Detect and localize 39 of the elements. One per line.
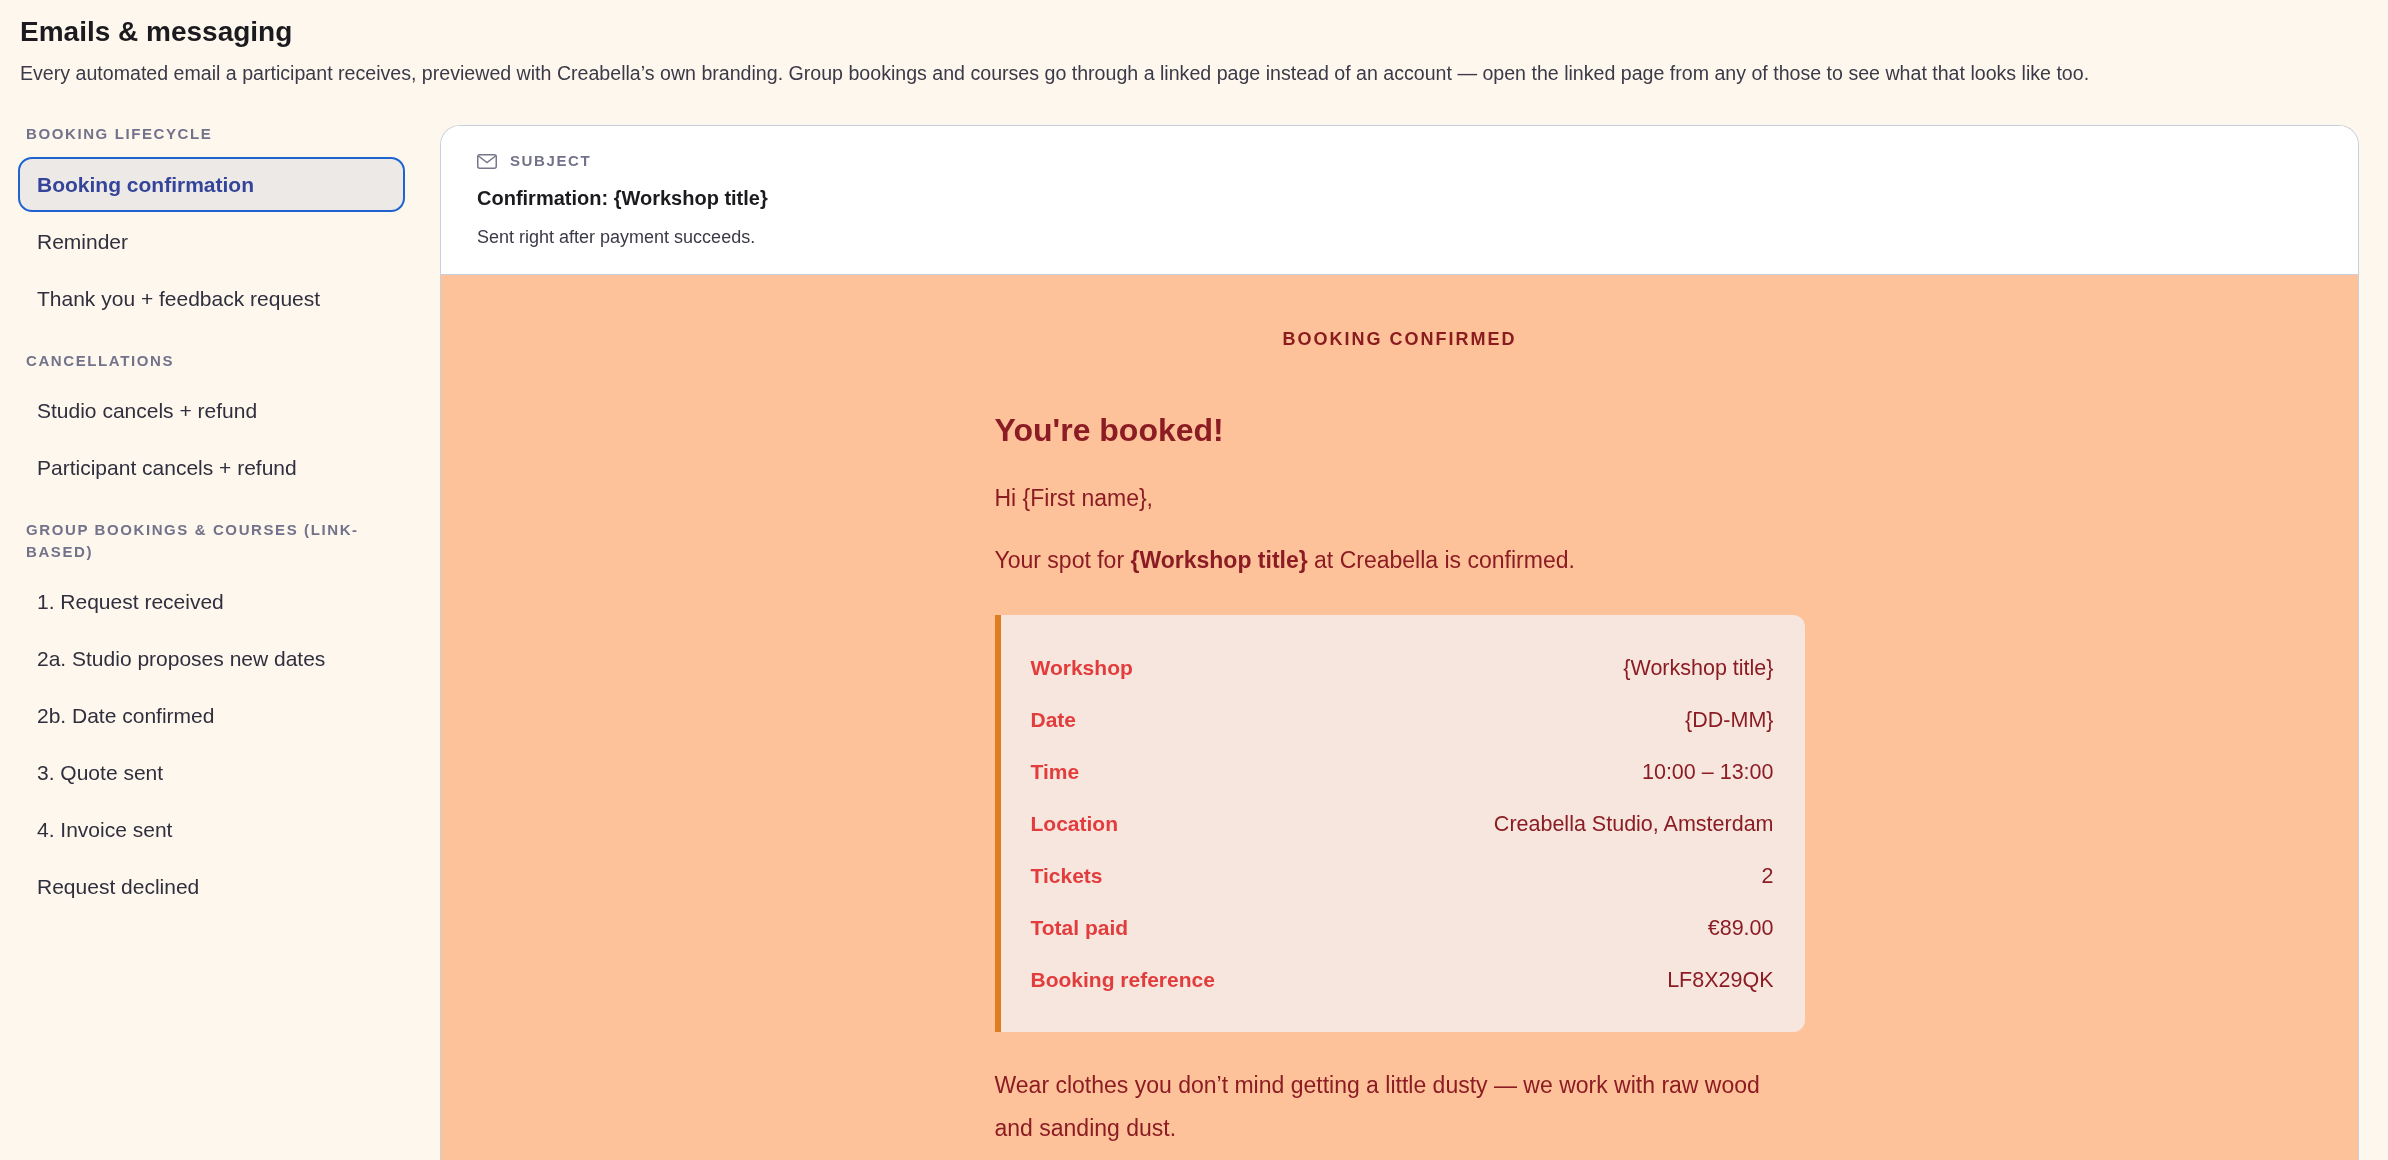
email-template-item[interactable]: Reminder [18,214,405,269]
email-template-item[interactable]: 2a. Studio proposes new dates [18,631,405,686]
detail-value: Creabella Studio, Amsterdam [1493,811,1774,837]
detail-label: Total paid [1030,916,1129,940]
email-paragraph: Your spot for {Workshop title} at Creabella is confirmed. [994,546,1576,574]
detail-label: Tickets [1030,864,1103,888]
detail-value: 10:00 – 13:00 [1642,759,1774,785]
email-template-item[interactable]: Studio cancels + refund [18,383,405,438]
page-title: Emails & messaging [20,15,294,49]
detail-label: Time [1030,760,1080,784]
email-paragraph: Wear clothes you don’t mind getting a little dusty — we work with raw wood and sanding dust. [994,1071,1761,1143]
email-template-item[interactable]: 1. Request received [18,574,405,629]
email-template-item[interactable]: 3. Quote sent [18,745,405,800]
detail-value: {Workshop title} [1623,655,1774,681]
email-template-item[interactable]: 2b. Date confirmed [18,688,405,743]
section-heading: GROUP BOOKINGS & COURSES (LINK-BASED) [25,520,360,562]
detail-value: €89.00 [1707,915,1774,941]
email-template-item[interactable]: Booking confirmation [18,157,405,212]
detail-label: Location [1030,812,1118,836]
section-heading: CANCELLATIONS [25,351,175,371]
send-timing-note: Sent right after payment succeeds. [477,226,757,249]
email-template-item[interactable]: Request declined [18,859,405,914]
email-eyebrow: BOOKING CONFIRMED [1281,328,1518,350]
email-template-item[interactable]: Participant cancels + refund [18,440,405,495]
detail-value: 2 [1761,863,1774,889]
email-template-item[interactable]: Thank you + feedback request [18,271,405,326]
email-template-item[interactable]: 4. Invoice sent [18,802,405,857]
page-description: Every automated email a participant receives, previewed with Creabella’s own branding. Group bookings and courses go through a linked page instead of an account — open the linked page from any of those to see what that looks like too. [20,61,2091,86]
email-heading: You're booked! [994,411,1225,450]
subject-label: SUBJECT [510,151,592,171]
email-paragraph: Hi {First name}, [994,484,1154,512]
detail-label: Booking reference [1030,968,1215,992]
detail-value: {DD-MM} [1685,707,1774,733]
detail-value: LF8X29QK [1667,967,1774,993]
mail-icon [477,153,497,169]
detail-label: Date [1030,708,1077,732]
section-heading: BOOKING LIFECYCLE [25,124,214,144]
detail-label: Workshop [1030,656,1133,680]
subject-line: Confirmation: {Workshop title} [477,186,769,211]
